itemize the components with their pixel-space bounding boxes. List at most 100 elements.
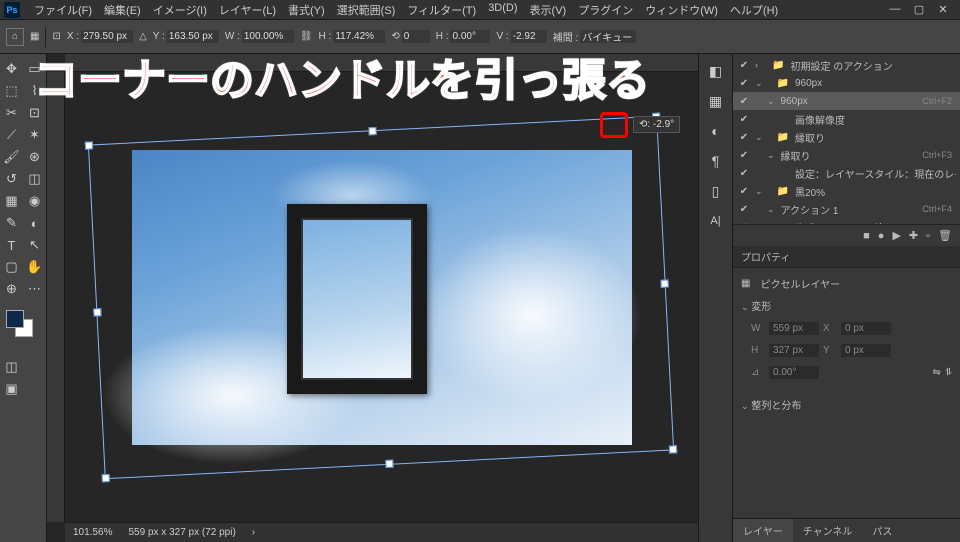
home-icon[interactable]: ⌂: [6, 28, 24, 46]
tab-channels[interactable]: チャンネル: [793, 519, 863, 542]
zoom-tool[interactable]: ⊕: [0, 278, 23, 300]
action-row[interactable]: ✔⌄📁黒20%: [733, 182, 960, 200]
trash-icon[interactable]: 🗑: [938, 229, 952, 242]
triangle-icon[interactable]: △: [139, 31, 147, 42]
check-icon[interactable]: ✔: [737, 114, 751, 125]
play-icon[interactable]: ▶: [892, 229, 900, 242]
chevron-right-icon[interactable]: ›: [252, 527, 255, 538]
action-row[interactable]: ✔画像解像度: [733, 110, 960, 128]
menu-select[interactable]: 選択範囲(S): [331, 0, 402, 20]
menu-file[interactable]: ファイル(F): [28, 0, 98, 20]
adjustment-panel-icon[interactable]: ◐: [705, 120, 727, 142]
skew-v-input[interactable]: [511, 30, 547, 43]
marquee-tool[interactable]: ⬚: [0, 80, 23, 102]
brush-tool[interactable]: 🖌: [0, 146, 23, 168]
gradient-tool[interactable]: ▦: [0, 190, 23, 212]
crop-tool[interactable]: ✂: [0, 102, 23, 124]
handle-br[interactable]: [668, 445, 676, 453]
menu-view[interactable]: 表示(V): [524, 0, 573, 20]
menu-3d[interactable]: 3D(D): [482, 0, 523, 20]
pen-tool[interactable]: ✎: [0, 212, 23, 234]
menu-window[interactable]: ウィンドウ(W): [639, 0, 724, 20]
w-input[interactable]: [242, 30, 294, 43]
maximize-icon[interactable]: ▢: [912, 3, 926, 16]
eyedropper-tool[interactable]: ⟋: [0, 124, 23, 146]
action-row[interactable]: ✔⌄📁縁取り: [733, 128, 960, 146]
char-panel-icon[interactable]: A|: [705, 210, 727, 232]
heal-tool[interactable]: ✶: [23, 124, 46, 146]
rot-input[interactable]: [402, 30, 430, 43]
menu-type[interactable]: 書式(Y): [282, 0, 331, 20]
prop-x[interactable]: 0 px: [841, 322, 891, 335]
x-label: X :: [67, 31, 79, 42]
folder-icon: 📁: [777, 186, 789, 197]
transform-icon[interactable]: ▦: [30, 31, 39, 42]
menu-help[interactable]: ヘルプ(H): [724, 0, 784, 20]
action-row[interactable]: ✔⌄アクション 1Ctrl+F4: [733, 200, 960, 218]
ruler-vertical[interactable]: [47, 72, 65, 522]
flip-v-icon[interactable]: ⥮: [945, 367, 952, 378]
check-icon[interactable]: ✔: [737, 186, 751, 197]
flip-h-icon[interactable]: ⇋: [932, 367, 940, 378]
y-input[interactable]: [167, 30, 219, 43]
shape-tool[interactable]: ▢: [0, 256, 23, 278]
edit-toolbar[interactable]: ⋯: [23, 278, 46, 300]
prop-y[interactable]: 0 px: [841, 344, 891, 357]
zoom-level[interactable]: 101.56%: [73, 527, 112, 538]
tab-paths[interactable]: パス: [862, 519, 902, 542]
minimize-icon[interactable]: —: [888, 3, 902, 16]
stop-icon[interactable]: ■: [863, 230, 870, 242]
screenmode-tool[interactable]: ▣: [0, 378, 23, 400]
color-swatches[interactable]: [0, 310, 46, 342]
prop-w[interactable]: 559 px: [769, 322, 819, 335]
transform-section[interactable]: 変形: [751, 302, 771, 313]
check-icon[interactable]: ✔: [737, 150, 751, 161]
library-panel-icon[interactable]: ▯: [705, 180, 727, 202]
handle-bl[interactable]: [101, 473, 109, 481]
handle-tl[interactable]: [84, 141, 92, 149]
tab-layers[interactable]: レイヤー: [733, 519, 793, 542]
prop-h[interactable]: 327 px: [769, 344, 819, 357]
eraser-tool[interactable]: ◫: [23, 168, 46, 190]
handle-mr[interactable]: [660, 278, 668, 286]
close-icon[interactable]: ✕: [936, 3, 950, 16]
handle-bm[interactable]: [385, 459, 393, 467]
check-icon[interactable]: ✔: [737, 132, 751, 143]
menu-edit[interactable]: 編集(E): [98, 0, 147, 20]
handle-ml[interactable]: [93, 307, 101, 315]
properties-tab[interactable]: プロパティ: [733, 246, 960, 268]
fg-color[interactable]: [6, 310, 24, 328]
paragraph-panel-icon[interactable]: ¶: [705, 150, 727, 172]
x-input[interactable]: [81, 30, 133, 43]
skew-h-input[interactable]: [450, 30, 490, 43]
move-tool[interactable]: ✥: [0, 58, 23, 80]
blur-tool[interactable]: ◉: [23, 190, 46, 212]
action-row[interactable]: ✔⌄縁取りCtrl+F3: [733, 146, 960, 164]
stamp-tool[interactable]: ⊛: [23, 146, 46, 168]
menu-image[interactable]: イメージ(I): [147, 0, 213, 20]
align-section[interactable]: 整列と分布: [751, 401, 801, 412]
prop-angle[interactable]: 0.00°: [769, 366, 819, 379]
dodge-tool[interactable]: ◐: [23, 212, 46, 234]
hand-tool[interactable]: ✋: [23, 256, 46, 278]
link-icon[interactable]: ⛓: [300, 31, 313, 42]
check-icon[interactable]: ✔: [737, 168, 751, 179]
type-tool[interactable]: T: [0, 234, 23, 256]
ref-point-icon[interactable]: ⊡: [52, 31, 60, 42]
history-brush-tool[interactable]: ↺: [0, 168, 23, 190]
path-tool[interactable]: ↖: [23, 234, 46, 256]
menu-filter[interactable]: フィルター(T): [401, 0, 482, 20]
interp-input[interactable]: [580, 30, 636, 43]
h-input[interactable]: [333, 30, 385, 43]
menu-layer[interactable]: レイヤー(L): [213, 0, 282, 20]
action-row[interactable]: ✔設定：レイヤースタイル：現在のレイ...: [733, 164, 960, 182]
check-icon[interactable]: ✔: [737, 204, 751, 215]
new-folder-icon[interactable]: ✚: [909, 229, 918, 242]
menu-plugin[interactable]: プラグイン: [572, 0, 639, 20]
canvas[interactable]: [132, 150, 632, 445]
collapsed-panels: ◧ ▦ ◐ ¶ ▯ A|: [698, 54, 732, 542]
quickmask-tool[interactable]: ◫: [0, 356, 23, 378]
new-action-icon[interactable]: ▫: [926, 230, 930, 242]
handle-tm[interactable]: [368, 127, 376, 135]
record-icon[interactable]: ●: [878, 230, 885, 242]
